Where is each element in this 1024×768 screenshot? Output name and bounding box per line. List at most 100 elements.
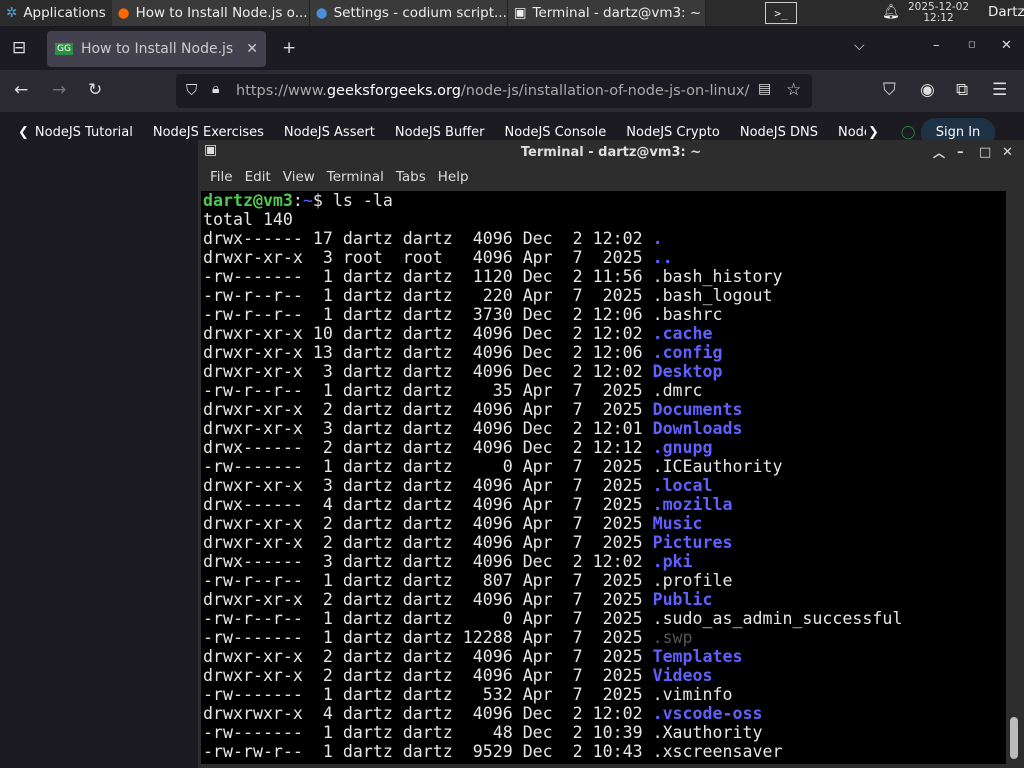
new-tab-icon[interactable]: + bbox=[282, 38, 296, 58]
hamburger-menu-icon[interactable]: ☰ bbox=[992, 80, 1007, 100]
file-meta: -rw------- 1 dartz dartz 0 Apr 7 2025 bbox=[203, 457, 653, 476]
shield-icon[interactable]: ⛉ bbox=[186, 81, 197, 99]
task-firefox[interactable]: ● How to Install Node.js o... bbox=[111, 0, 310, 26]
file-meta: -rw-r--r-- 1 dartz dartz 807 Apr 7 2025 bbox=[203, 571, 653, 590]
minimize-icon[interactable]: – bbox=[933, 38, 940, 53]
terminal-launcher-icon[interactable]: >_ bbox=[765, 2, 797, 24]
notification-bell-icon[interactable]: 🔔︎ bbox=[882, 4, 900, 20]
menu-file[interactable]: File bbox=[210, 169, 233, 185]
menu-view[interactable]: View bbox=[283, 169, 315, 185]
file-meta: -rw------- 1 dartz dartz 532 Apr 7 2025 bbox=[203, 685, 653, 704]
menu-help[interactable]: Help bbox=[438, 169, 469, 185]
nav-link[interactable]: Node bbox=[838, 125, 866, 140]
reload-icon[interactable]: ↻ bbox=[88, 80, 102, 100]
prompt-line: dartz@vm3:~$ ls -la bbox=[203, 191, 393, 210]
nav-link[interactable]: NodeJS Buffer bbox=[395, 125, 485, 140]
browser-navbar: ← → ↻ ⛉ 🔒︎ https://www. geeksforgeeks.org… bbox=[0, 70, 1024, 112]
applications-menu[interactable]: ✲ Applications bbox=[0, 0, 112, 26]
file-meta: -rw------- 1 dartz dartz 12288 Apr 7 202… bbox=[203, 628, 653, 647]
menu-edit[interactable]: Edit bbox=[245, 169, 271, 185]
listing-row: -rw------- 1 dartz dartz 0 Apr 7 2025 .I… bbox=[203, 457, 1006, 476]
clock[interactable]: 2025-12-02 12:12 bbox=[908, 0, 969, 24]
tab-overview-icon[interactable]: ⊟ bbox=[12, 38, 26, 58]
file-name: .vscode-oss bbox=[652, 704, 763, 723]
listing-row: -rw-rw-r-- 1 dartz dartz 9529 Dec 2 10:4… bbox=[203, 742, 1006, 761]
file-name: Templates bbox=[652, 647, 743, 666]
maximize-icon[interactable]: □ bbox=[979, 145, 991, 160]
file-meta: -rw------- 1 dartz dartz 48 Dec 2 10:39 bbox=[203, 723, 653, 742]
listing-row: drwx------ 3 dartz dartz 4096 Dec 2 12:0… bbox=[203, 552, 1006, 571]
nav-link[interactable]: NodeJS Console bbox=[505, 125, 607, 140]
shade-icon[interactable]: ︿ bbox=[933, 144, 945, 161]
nav-link[interactable]: NodeJS Exercises bbox=[153, 125, 264, 140]
terminal-output[interactable]: dartz@vm3:~$ ls -la total 140 drwx------ 1… bbox=[201, 191, 1006, 764]
file-name: .gnupg bbox=[652, 438, 713, 457]
close-window-icon[interactable]: ✕ bbox=[1001, 38, 1012, 53]
lock-icon[interactable]: 🔒︎ bbox=[212, 81, 219, 97]
total-line: total 140 bbox=[203, 210, 293, 229]
file-name: Videos bbox=[652, 666, 713, 685]
menu-tabs[interactable]: Tabs bbox=[396, 169, 426, 185]
file-name: Documents bbox=[652, 400, 743, 419]
browser-tab[interactable]: GG How to Install Node.js or ✕ bbox=[47, 31, 266, 67]
file-name: .swp bbox=[652, 628, 693, 647]
file-name: Public bbox=[652, 590, 713, 609]
listing-row: -rw-r--r-- 1 dartz dartz 220 Apr 7 2025 … bbox=[203, 286, 1006, 305]
file-name: . bbox=[652, 229, 663, 248]
file-meta: -rw-rw-r-- 1 dartz dartz 9529 Dec 2 10:4… bbox=[203, 742, 653, 761]
listing-row: drwxr-xr-x 2 dartz dartz 4096 Apr 7 2025… bbox=[203, 514, 1006, 533]
nav-link[interactable]: NodeJS Assert bbox=[284, 125, 375, 140]
menu-terminal[interactable]: Terminal bbox=[327, 169, 384, 185]
listing-row: -rw------- 1 dartz dartz 532 Apr 7 2025 … bbox=[203, 685, 1006, 704]
file-meta: drwxr-xr-x 2 dartz dartz 4096 Apr 7 2025 bbox=[203, 533, 653, 552]
close-icon[interactable]: ✕ bbox=[1002, 145, 1013, 160]
close-tab-icon[interactable]: ✕ bbox=[246, 41, 258, 57]
file-meta: drwxr-xr-x 3 dartz dartz 4096 Dec 2 12:0… bbox=[203, 419, 653, 438]
bookmark-star-icon[interactable]: ☆ bbox=[786, 80, 801, 100]
user-menu[interactable]: Dartz bbox=[988, 4, 1024, 20]
search-icon[interactable]: ◯ bbox=[901, 125, 916, 140]
file-name: Music bbox=[652, 514, 703, 533]
terminal-window: ▣ Terminal - dartz@vm3: ~ ︿ – □ ✕ File E… bbox=[198, 140, 1024, 768]
terminal-icon: ▣ bbox=[513, 5, 527, 21]
file-name: .ICEauthority bbox=[652, 457, 783, 476]
chevron-down-icon[interactable]: ⌵ bbox=[854, 38, 865, 54]
terminal-titlebar[interactable]: ▣ Terminal - dartz@vm3: ~ ︿ – □ ✕ bbox=[198, 140, 1024, 164]
task-codium[interactable]: ● Settings - codium script... bbox=[309, 0, 508, 26]
url-bar[interactable]: ⛉ 🔒︎ https://www. geeksforgeeks.org/node-… bbox=[176, 74, 812, 108]
codium-icon: ● bbox=[315, 5, 328, 21]
back-icon[interactable]: ← bbox=[14, 80, 28, 100]
listing-row: drwxr-xr-x 2 dartz dartz 4096 Apr 7 2025… bbox=[203, 533, 1006, 552]
reader-view-icon[interactable]: ▤ bbox=[758, 81, 771, 97]
file-name: .bash_logout bbox=[652, 286, 773, 305]
minimize-icon[interactable]: – bbox=[957, 145, 964, 160]
scrollbar-thumb[interactable] bbox=[1010, 717, 1018, 759]
listing-row: drwx------ 2 dartz dartz 4096 Dec 2 12:1… bbox=[203, 438, 1006, 457]
task-terminal[interactable]: ▣ Terminal - dartz@vm3: ~ bbox=[507, 0, 706, 26]
gfg-favicon-icon: GG bbox=[55, 43, 73, 55]
pocket-icon[interactable]: ⛉ bbox=[883, 80, 896, 100]
file-meta: -rw------- 1 dartz dartz 1120 Dec 2 11:5… bbox=[203, 267, 653, 286]
account-icon[interactable]: ◉ bbox=[920, 80, 935, 100]
nav-link[interactable]: NodeJS DNS bbox=[740, 125, 818, 140]
file-name: .dmrc bbox=[652, 381, 703, 400]
forward-icon[interactable]: → bbox=[52, 80, 66, 100]
terminal-scrollbar[interactable] bbox=[1006, 191, 1024, 764]
nav-link[interactable]: NodeJS Crypto bbox=[626, 125, 720, 140]
maximize-icon[interactable]: ◻ bbox=[968, 40, 975, 50]
terminal-app-icon: ▣ bbox=[204, 142, 218, 158]
file-name: .sudo_as_admin_successful bbox=[652, 609, 903, 628]
file-meta: drwx------ 3 dartz dartz 4096 Dec 2 12:0… bbox=[203, 552, 653, 571]
listing-row: -rw-r--r-- 1 dartz dartz 35 Apr 7 2025 .… bbox=[203, 381, 1006, 400]
file-name: .mozilla bbox=[652, 495, 733, 514]
listing-row: drwxr-xr-x 3 root root 4096 Apr 7 2025 .… bbox=[203, 248, 1006, 267]
file-name: .bashrc bbox=[652, 305, 723, 324]
file-meta: -rw-r--r-- 1 dartz dartz 3730 Dec 2 12:0… bbox=[203, 305, 653, 324]
listing-row: -rw-r--r-- 1 dartz dartz 0 Apr 7 2025 .s… bbox=[203, 609, 1006, 628]
extensions-icon[interactable]: ⧉ bbox=[956, 80, 968, 100]
nav-link[interactable]: NodeJS Tutorial bbox=[35, 125, 133, 140]
file-name: .. bbox=[652, 248, 673, 267]
scroll-left-icon[interactable]: ❮ bbox=[18, 125, 29, 140]
scroll-right-icon[interactable]: ❯ bbox=[868, 125, 879, 140]
file-meta: -rw-r--r-- 1 dartz dartz 35 Apr 7 2025 bbox=[203, 381, 653, 400]
